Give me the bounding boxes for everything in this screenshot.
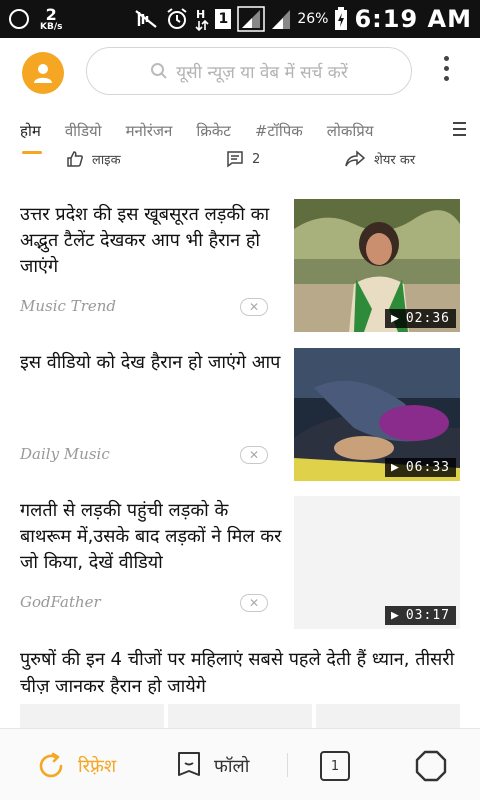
tab-home[interactable]: होम	[20, 121, 41, 141]
search-placeholder: यूसी न्यूज़ या वेब में सर्च करें	[176, 62, 348, 83]
image-strip	[20, 704, 460, 730]
menu-line-icon	[453, 128, 466, 130]
refresh-button[interactable]: रिफ़्रेश	[36, 751, 116, 781]
close-icon: ✕	[248, 596, 260, 610]
news-card[interactable]: गलती से लड़की पहुंची लड़को के बाथरूम में…	[0, 486, 480, 629]
search-icon	[151, 63, 167, 79]
svg-text:H: H	[196, 8, 205, 21]
kebab-dot-icon	[443, 56, 449, 61]
signal-1-icon	[237, 6, 266, 32]
news-card-title[interactable]: पुरुषों की इन 4 चीजों पर महिलाएं सबसे पह…	[20, 646, 460, 700]
close-icon: ✕	[248, 300, 260, 314]
battery-percent: 26%	[297, 11, 329, 27]
share-icon	[345, 150, 366, 167]
dismiss-button[interactable]: ✕	[240, 446, 268, 464]
comments-button[interactable]: 2	[226, 150, 260, 168]
thumbnail-placeholder	[20, 704, 164, 730]
tab-video[interactable]: वीडियो	[65, 121, 102, 141]
news-card-source: Music Trend	[20, 297, 116, 315]
thumbnail-placeholder	[316, 704, 460, 730]
share-button[interactable]: शेयर कर	[344, 150, 415, 168]
like-button[interactable]: लाइक	[66, 150, 121, 168]
clock: 6:19 AM	[354, 5, 472, 33]
tabs-menu-button[interactable]	[453, 122, 466, 136]
tab-cricket[interactable]: क्रिकेट	[196, 121, 231, 141]
comments-count: 2	[252, 151, 261, 167]
like-label: लाइक	[92, 153, 121, 168]
bottom-navigation: रिफ़्रेश फॉलो 1	[0, 728, 480, 800]
follow-label: फॉलो	[214, 756, 250, 777]
news-card-title: इस वीडियो को देख हैरान हो जाएंगे आप	[20, 352, 281, 373]
news-card-title: गलती से लड़की पहुंची लड़को के बाथरूम में…	[20, 500, 282, 573]
alarm-icon	[167, 8, 187, 29]
play-icon: ▶	[391, 608, 400, 623]
dismiss-button[interactable]: ✕	[240, 594, 268, 612]
video-duration-badge: ▶ 03:17	[385, 606, 456, 625]
status-bar: 2 KB/s H 1 26% 6:19 AM	[0, 0, 480, 38]
do-not-disturb-moon-icon	[9, 9, 29, 29]
bookmark-icon	[178, 752, 200, 776]
windows-count: 1	[330, 758, 340, 774]
home-hexagon-icon	[415, 750, 447, 782]
thumbs-up-icon	[67, 151, 83, 167]
menu-line-icon	[453, 122, 466, 124]
follow-button[interactable]: फॉलो	[176, 751, 249, 781]
post-actions: लाइक 2 शेयर कर	[0, 150, 480, 174]
sim-indicator: 1	[215, 9, 232, 29]
kebab-dot-icon	[443, 66, 449, 71]
news-card-source: GodFather	[20, 593, 101, 611]
video-duration-badge: ▶ 02:36	[385, 309, 456, 328]
more-options-button[interactable]	[436, 56, 456, 81]
user-icon	[34, 64, 52, 83]
video-duration: 02:36	[405, 311, 450, 326]
refresh-label: रिफ़्रेश	[78, 756, 117, 777]
share-label: शेयर कर	[374, 153, 416, 168]
thumbnail-placeholder	[168, 704, 312, 730]
search-bar[interactable]: यूसी न्यूज़ या वेब में सर्च करें	[86, 47, 412, 95]
network-speed-unit: KB/s	[40, 21, 63, 32]
news-card[interactable]: उत्तर प्रदेश की इस खूबसूरत लड़की का अद्भ…	[0, 190, 480, 332]
news-card-source: Daily Music	[20, 445, 110, 463]
close-icon: ✕	[248, 448, 260, 462]
menu-line-icon	[453, 134, 466, 136]
comment-icon	[227, 151, 243, 168]
signal-2-icon	[272, 10, 291, 29]
video-duration: 06:33	[405, 460, 450, 475]
network-speed: 2 KB/s	[40, 4, 63, 32]
profile-avatar-button[interactable]	[22, 52, 64, 94]
battery-charging-icon	[335, 7, 348, 30]
network-speed-value: 2	[45, 4, 57, 24]
news-card-title: उत्तर प्रदेश की इस खूबसूरत लड़की का अद्भ…	[20, 204, 270, 277]
app-header: यूसी न्यूज़ या वेब में सर्च करें	[0, 38, 480, 108]
home-button[interactable]	[414, 749, 448, 787]
play-icon: ▶	[391, 460, 400, 475]
video-thumbnail[interactable]: ▶ 03:17	[294, 496, 460, 629]
silent-mode-icon	[135, 10, 158, 28]
refresh-icon	[39, 752, 63, 778]
category-tabs: होम वीडियो मनोरंजन क्रिकेट #टॉपिक लोकप्र…	[0, 108, 480, 154]
tab-popular[interactable]: लोकप्रिय	[327, 121, 374, 141]
video-thumbnail[interactable]: ▶ 06:33	[294, 348, 460, 481]
windows-button[interactable]: 1	[320, 751, 350, 781]
hspa-signal-icon: H	[195, 8, 209, 32]
kebab-dot-icon	[443, 76, 449, 81]
video-duration: 03:17	[405, 608, 450, 623]
video-thumbnail[interactable]: ▶ 02:36	[294, 199, 460, 332]
dismiss-button[interactable]: ✕	[240, 298, 268, 316]
sim-number: 1	[218, 11, 229, 27]
tab-topic[interactable]: #टॉपिक	[255, 121, 303, 141]
tab-entertainment[interactable]: मनोरंजन	[126, 121, 173, 141]
video-duration-badge: ▶ 06:33	[385, 458, 456, 477]
news-card[interactable]: इस वीडियो को देख हैरान हो जाएंगे आप Dail…	[0, 338, 480, 481]
play-icon: ▶	[391, 311, 400, 326]
divider	[287, 753, 288, 777]
